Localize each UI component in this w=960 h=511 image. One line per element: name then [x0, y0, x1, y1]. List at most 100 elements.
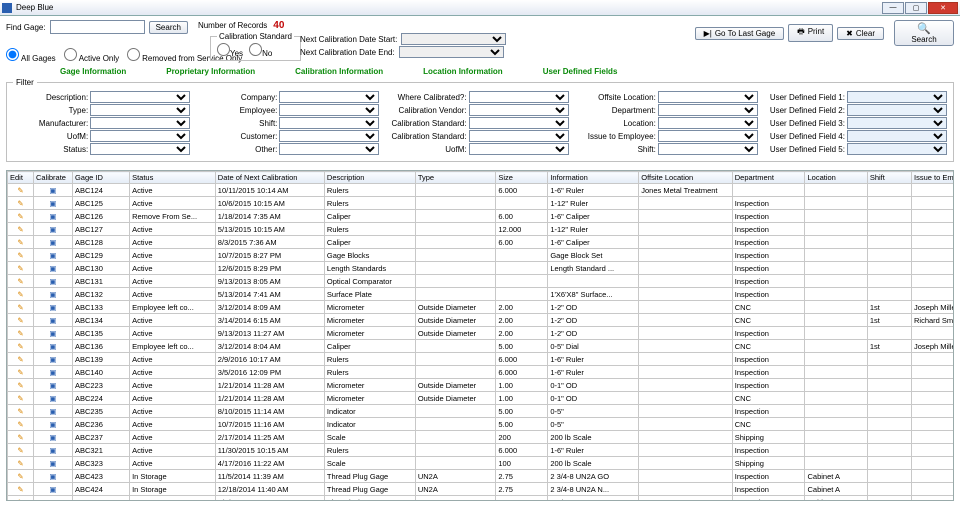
cell[interactable]: ▣ [33, 249, 72, 262]
column-header[interactable]: Calibrate [33, 172, 72, 184]
filter-select-udf2[interactable] [847, 104, 947, 116]
column-header[interactable]: Information [548, 172, 639, 184]
calibrate-icon[interactable]: ▣ [49, 381, 56, 390]
column-header[interactable]: Offsite Location [639, 172, 733, 184]
table-row[interactable]: ✎▣ABC132Active5/13/2014 7:41 AMSurface P… [8, 288, 954, 301]
cell[interactable]: ▣ [33, 444, 72, 457]
column-header[interactable]: Size [496, 172, 548, 184]
calibrate-icon[interactable]: ▣ [49, 316, 56, 325]
calibrate-icon[interactable]: ▣ [49, 446, 56, 455]
cell[interactable]: ▣ [33, 262, 72, 275]
column-header[interactable]: Issue to Employee [911, 172, 953, 184]
calibrate-icon[interactable]: ▣ [49, 238, 56, 247]
cell[interactable]: ▣ [33, 392, 72, 405]
cell[interactable]: ✎ [8, 249, 34, 262]
calibrate-icon[interactable]: ▣ [49, 433, 56, 442]
cell[interactable]: ▣ [33, 223, 72, 236]
filter-select-issueEmp[interactable] [658, 130, 758, 142]
edit-icon[interactable]: ✎ [17, 290, 23, 299]
table-row[interactable]: ✎▣ABC133Employee left co...3/12/2014 8:0… [8, 301, 954, 314]
cell[interactable]: ▣ [33, 470, 72, 483]
edit-icon[interactable]: ✎ [17, 368, 23, 377]
table-row[interactable]: ✎▣ABC131Active9/13/2013 8:05 AMOptical C… [8, 275, 954, 288]
filter-select-type[interactable] [90, 104, 190, 116]
calibrate-icon[interactable]: ▣ [49, 290, 56, 299]
calibrate-icon[interactable]: ▣ [49, 420, 56, 429]
cell[interactable]: ✎ [8, 379, 34, 392]
column-header[interactable]: Shift [867, 172, 911, 184]
calibrate-icon[interactable]: ▣ [49, 212, 56, 221]
table-row[interactable]: ✎▣ABC524In Storage1/7/2015 11:44 AMThrea… [8, 496, 954, 501]
cell[interactable]: ▣ [33, 431, 72, 444]
edit-icon[interactable]: ✎ [17, 329, 23, 338]
table-row[interactable]: ✎▣ABC224Active1/21/2014 11:28 AMMicromet… [8, 392, 954, 405]
clear-button[interactable]: ✖Clear [837, 27, 884, 40]
cell[interactable]: ▣ [33, 366, 72, 379]
next-cal-start-input[interactable] [401, 33, 506, 45]
edit-icon[interactable]: ✎ [17, 199, 23, 208]
cell[interactable]: ✎ [8, 340, 34, 353]
table-row[interactable]: ✎▣ABC124Active10/11/2015 10:14 AMRulers6… [8, 184, 954, 197]
calibrate-icon[interactable]: ▣ [49, 186, 56, 195]
table-row[interactable]: ✎▣ABC126Remove From Se...1/18/2014 7:35 … [8, 210, 954, 223]
column-header[interactable]: Department [732, 172, 805, 184]
edit-icon[interactable]: ✎ [17, 433, 23, 442]
cell[interactable]: ✎ [8, 223, 34, 236]
minimize-button[interactable]: — [882, 2, 904, 14]
table-row[interactable]: ✎▣ABC321Active11/30/2015 10:15 AMRulers6… [8, 444, 954, 457]
cell[interactable]: ▣ [33, 340, 72, 353]
big-search-button[interactable]: 🔍 Search [894, 20, 954, 46]
cell[interactable]: ▣ [33, 496, 72, 501]
table-row[interactable]: ✎▣ABC130Active12/6/2015 8:29 PMLength St… [8, 262, 954, 275]
calstd-yes[interactable]: Yes [217, 43, 243, 58]
table-row[interactable]: ✎▣ABC129Active10/7/2015 8:27 PMGage Bloc… [8, 249, 954, 262]
filter-select-company[interactable] [279, 91, 379, 103]
edit-icon[interactable]: ✎ [17, 420, 23, 429]
cell[interactable]: ✎ [8, 366, 34, 379]
cell[interactable]: ✎ [8, 262, 34, 275]
column-header[interactable]: Gage ID [72, 172, 129, 184]
filter-select-offsite[interactable] [658, 91, 758, 103]
edit-icon[interactable]: ✎ [17, 264, 23, 273]
calibrate-icon[interactable]: ▣ [49, 394, 56, 403]
edit-icon[interactable]: ✎ [17, 407, 23, 416]
filter-select-calVendor[interactable] [469, 104, 569, 116]
table-row[interactable]: ✎▣ABC140Active3/5/2016 12:09 PMRulers6.0… [8, 366, 954, 379]
cell[interactable]: ✎ [8, 444, 34, 457]
cell[interactable]: ▣ [33, 197, 72, 210]
cell[interactable]: ▣ [33, 275, 72, 288]
cell[interactable]: ✎ [8, 353, 34, 366]
cell[interactable]: ▣ [33, 327, 72, 340]
cell[interactable]: ✎ [8, 210, 34, 223]
calibrate-icon[interactable]: ▣ [49, 303, 56, 312]
cell[interactable]: ✎ [8, 314, 34, 327]
column-header[interactable]: Description [324, 172, 415, 184]
cell[interactable]: ✎ [8, 197, 34, 210]
filter-select-shift[interactable] [658, 143, 758, 155]
edit-icon[interactable]: ✎ [17, 238, 23, 247]
filter-select-shift2[interactable] [279, 117, 379, 129]
filter-select-description[interactable] [90, 91, 190, 103]
edit-icon[interactable]: ✎ [17, 186, 23, 195]
table-row[interactable]: ✎▣ABC125Active10/6/2015 10:15 AMRulers1-… [8, 197, 954, 210]
go-to-last-gage-button[interactable]: ▶|Go To Last Gage [695, 27, 785, 40]
edit-icon[interactable]: ✎ [17, 381, 23, 390]
filter-select-department[interactable] [658, 104, 758, 116]
filter-select-manufacturer[interactable] [90, 117, 190, 129]
find-gage-input[interactable] [50, 20, 145, 34]
calibrate-icon[interactable]: ▣ [49, 225, 56, 234]
column-header[interactable]: Date of Next Calibration [215, 172, 324, 184]
calibrate-icon[interactable]: ▣ [49, 251, 56, 260]
edit-icon[interactable]: ✎ [17, 498, 23, 501]
cell[interactable]: ✎ [8, 327, 34, 340]
next-cal-end-input[interactable] [399, 46, 504, 58]
filter-select-location[interactable] [658, 117, 758, 129]
edit-icon[interactable]: ✎ [17, 394, 23, 403]
cell[interactable]: ▣ [33, 457, 72, 470]
cell[interactable]: ✎ [8, 418, 34, 431]
calibrate-icon[interactable]: ▣ [49, 407, 56, 416]
table-row[interactable]: ✎▣ABC134Active3/14/2014 6:15 AMMicromete… [8, 314, 954, 327]
edit-icon[interactable]: ✎ [17, 212, 23, 221]
edit-icon[interactable]: ✎ [17, 251, 23, 260]
calibrate-icon[interactable]: ▣ [49, 485, 56, 494]
